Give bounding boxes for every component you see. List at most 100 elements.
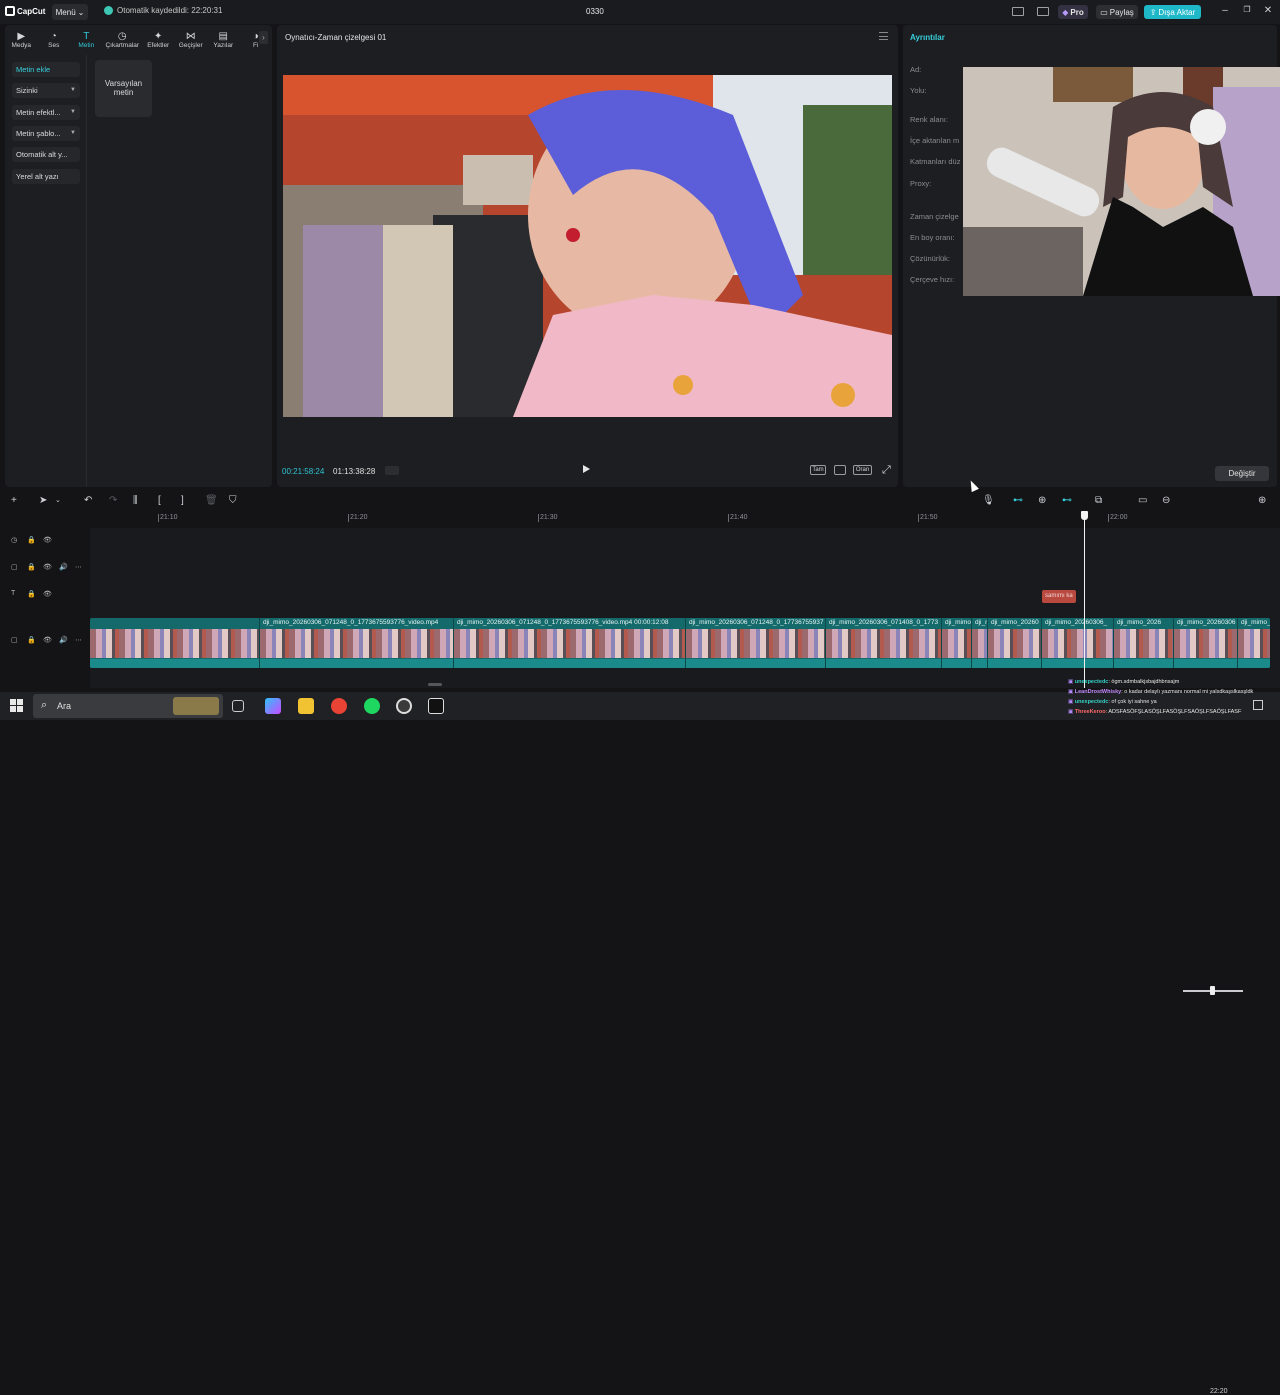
eye-icon[interactable]: 👁 [43, 536, 52, 544]
video-preview[interactable] [283, 75, 892, 417]
spotify-icon[interactable] [364, 698, 380, 714]
text-clip[interactable]: samımı ka [1042, 590, 1076, 603]
sidebar-item-4[interactable]: Metin şablo... ▼ [12, 125, 80, 141]
zoom-in-icon[interactable]: ⊕ [1258, 496, 1266, 506]
change-button[interactable]: Değiştir [1215, 466, 1269, 481]
eye-icon[interactable]: 👁 [43, 590, 52, 598]
timeline-ruler[interactable]: 21:10 21:20 21:30 21:40 21:50 22:00 [90, 512, 1280, 524]
video-clip[interactable]: dji_mimo_20260306_071408_0_1773 [826, 618, 942, 668]
pro-button[interactable]: ◆ Pro [1058, 5, 1088, 19]
video-clip[interactable]: dji_mimo_20260306 [1174, 618, 1238, 668]
play-icon[interactable] [583, 465, 590, 473]
fullsize-label: Tam [812, 467, 824, 473]
menu-icon[interactable] [879, 32, 888, 40]
speaker-icon[interactable]: 🔊 [59, 636, 68, 644]
video-clip[interactable]: dji_mimo_20260 [988, 618, 1042, 668]
tab-sticker[interactable]: ◷ Çıkartmalar [103, 25, 142, 51]
zoom-slider-handle[interactable] [1210, 986, 1215, 995]
speaker-icon[interactable]: 🔊 [59, 563, 68, 571]
copilot-icon[interactable] [265, 698, 281, 714]
redo-icon[interactable]: ↷ [109, 496, 117, 506]
windows-start-icon[interactable] [10, 699, 23, 712]
lock-icon[interactable]: 🔒 [27, 536, 36, 544]
link-icon[interactable]: ⊕ [1038, 496, 1046, 506]
chat-text: : ögm.sdmbalkjsbajdhbnsajm [1108, 679, 1180, 685]
tab-audio[interactable]: ◔ Ses [38, 25, 71, 51]
video-clip[interactable]: dji_mimo_2026 [1114, 618, 1174, 668]
eye-icon[interactable]: 👁 [43, 636, 52, 644]
shortcut-icon[interactable] [1037, 7, 1049, 16]
tab-captions[interactable]: ▤ Yazılar [207, 25, 240, 51]
preview-axis-icon[interactable]: ⊷ [1062, 496, 1072, 506]
video-clip[interactable]: dji_mimo_20260306_071248_0_1773675593776… [454, 618, 686, 668]
video-clip[interactable]: dji_mimo_20260306_071248_0_17736755937 [686, 618, 826, 668]
tab-text[interactable]: T Metin [70, 25, 103, 51]
layout-icon[interactable] [1012, 7, 1024, 16]
video-clip[interactable]: dji_mimo [942, 618, 972, 668]
split-screen-icon[interactable]: ⧉ [1095, 496, 1102, 506]
clip-name: dji_mimo_20260306_071248_0_1773675593776… [457, 619, 669, 626]
caption-icon[interactable]: ▭ [1138, 496, 1147, 506]
chrome-icon[interactable] [331, 698, 347, 714]
lock-icon[interactable]: 🔒 [27, 636, 36, 644]
obs-icon[interactable] [396, 698, 412, 714]
default-text-preset[interactable]: Varsayılan metin [95, 60, 152, 117]
maximize-icon[interactable]: ❐ [1240, 5, 1254, 14]
video-clip[interactable] [90, 618, 260, 668]
select-tool-icon[interactable]: ➤ [39, 496, 47, 506]
sidebar-item-5[interactable]: Otomatik alt y... [12, 147, 80, 163]
sidebar-item-2[interactable]: Sizinki ▼ [12, 83, 80, 99]
tab-transitions[interactable]: ⋈ Geçişler [174, 25, 207, 51]
zoom-out-icon[interactable]: ⊖ [1162, 496, 1170, 506]
microphone-icon[interactable]: 🎙 [982, 496, 995, 506]
lock-icon[interactable]: 🔒 [27, 590, 36, 598]
video-clip[interactable]: dji_m [972, 618, 988, 668]
more-icon[interactable]: ⋯ [75, 563, 82, 571]
grid-icon[interactable] [385, 466, 399, 475]
video-track[interactable]: dji_mimo_20260306_071248_0_1773675593776… [90, 618, 1270, 668]
eye-icon[interactable]: 👁 [43, 563, 52, 571]
capcut-taskbar-icon[interactable] [428, 698, 444, 714]
chevron-right-icon[interactable]: › [259, 31, 268, 44]
shield-icon[interactable]: ⛉ [229, 496, 237, 506]
undo-icon[interactable]: ↶ [84, 496, 92, 506]
detail-label: Katmanları düz [910, 157, 961, 166]
tab-media[interactable]: ▶ Medya [5, 25, 38, 51]
minimize-icon[interactable]: – [1218, 5, 1232, 16]
split-icon[interactable]: ⫼ [133, 496, 138, 506]
trim-right-icon[interactable]: ] [181, 496, 184, 506]
sidebar-item-1[interactable]: Metin ekle [12, 62, 80, 77]
screenshot-icon[interactable] [834, 465, 846, 475]
video-clip[interactable]: dji_mimo_20260306_071248_0_1773675593776… [260, 618, 454, 668]
ratio-button[interactable]: Oran [853, 465, 872, 475]
file-explorer-icon[interactable] [298, 698, 314, 714]
magnet-icon[interactable]: ⊷ [1013, 496, 1023, 506]
sidebar-item-label: Metin efektl... [16, 107, 61, 117]
add-track-icon[interactable]: + [11, 496, 17, 506]
fullsize-button[interactable]: Tam [810, 465, 826, 475]
tab-effects[interactable]: ✦ Efektler [142, 25, 175, 51]
sidebar-item-6[interactable]: Yerel alt yazı [12, 168, 80, 184]
video-clip[interactable]: dji_mimo_20260306_ [1042, 618, 1114, 668]
transitions-icon: ⋈ [185, 31, 196, 42]
task-view-icon[interactable] [232, 700, 244, 712]
menu-button[interactable]: Menü ⌄ [52, 4, 88, 20]
chat-username: unexpectedc [1074, 679, 1109, 685]
taskbar-search[interactable]: ⌕ Ara [33, 694, 223, 718]
delete-icon[interactable]: 🗑 [205, 496, 218, 506]
close-icon[interactable]: ✕ [1261, 5, 1275, 16]
timeline-scrollbar[interactable] [428, 683, 442, 686]
menu-label: Menü [55, 7, 76, 17]
playhead[interactable] [1084, 512, 1085, 688]
share-button[interactable]: ▭ Paylaş [1096, 5, 1138, 19]
fullscreen-icon[interactable]: ⤢ [882, 464, 891, 477]
trim-left-icon[interactable]: [ [158, 496, 161, 506]
more-icon[interactable]: ⋯ [75, 636, 82, 644]
lock-icon[interactable]: 🔒 [27, 563, 36, 571]
chevron-down-icon[interactable]: ⌄ [55, 496, 61, 506]
sidebar-item-3[interactable]: Metin efektl... ▼ [12, 104, 80, 120]
chat-username: unexpectedc [1074, 699, 1109, 705]
export-button[interactable]: ⇪ Dışa Aktar [1144, 5, 1201, 19]
detail-label: Renk alanı: [910, 115, 948, 124]
video-clip[interactable]: dji_mimo_20 [1238, 618, 1270, 668]
